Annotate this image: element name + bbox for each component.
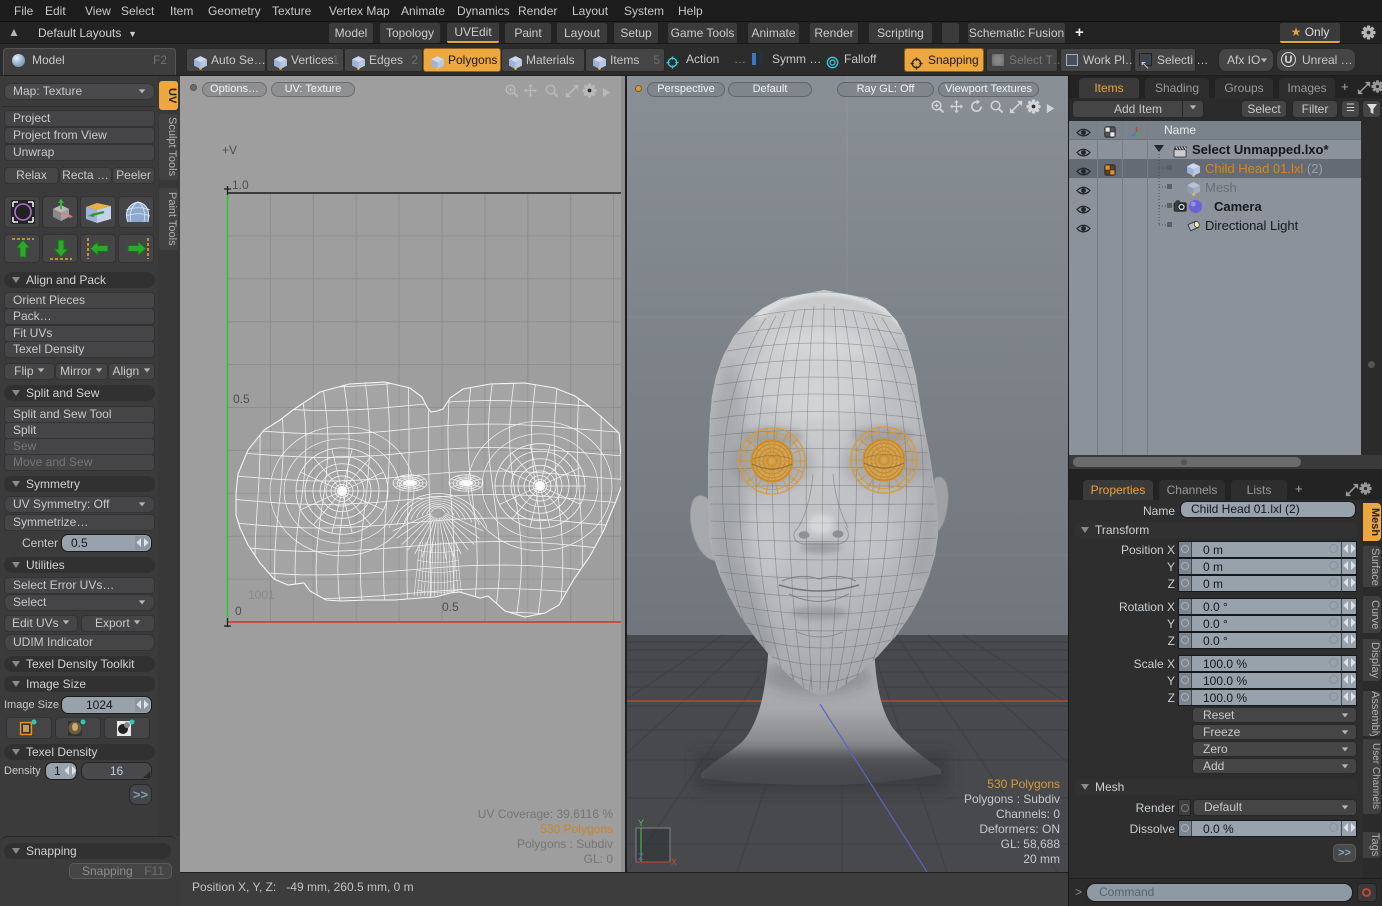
svg-text:Y: Y [638,818,644,828]
svg-text:Z: Z [638,852,644,862]
svg-text:X: X [671,857,677,867]
